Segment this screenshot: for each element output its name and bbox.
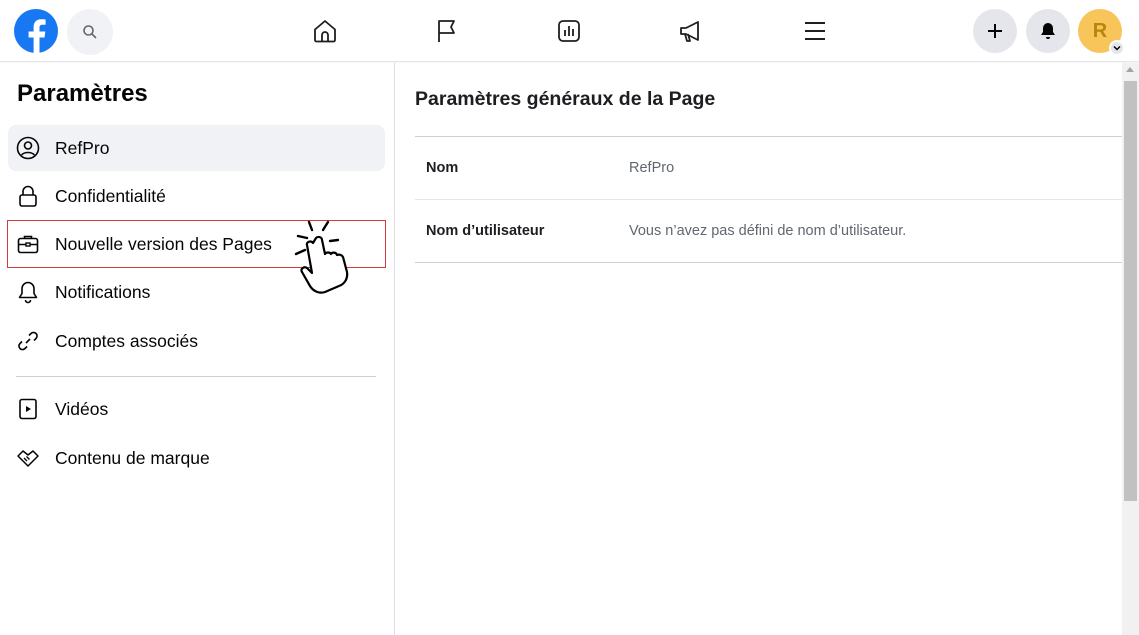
setting-value: Vous n’avez pas défini de nom d’utilisat…: [629, 223, 907, 239]
sidebar-item-linked-accounts[interactable]: Comptes associés: [8, 318, 385, 364]
sidebar-item-refpro[interactable]: RefPro: [8, 125, 385, 171]
chevron-down-icon: [1113, 45, 1121, 51]
sidebar-item-label: Comptes associés: [55, 330, 198, 351]
page-settings-panel: Paramètres généraux de la Page Nom RefPr…: [396, 63, 1122, 635]
bell-outline-icon: [16, 280, 40, 304]
nav-home-button[interactable]: [309, 14, 341, 48]
lock-icon: [16, 184, 40, 208]
settings-table: Nom RefPro Nom d’utilisateur Vous n’avez…: [415, 136, 1122, 263]
table-row[interactable]: Nom d’utilisateur Vous n’avez pas défini…: [415, 200, 1122, 263]
page-title: Paramètres généraux de la Page: [415, 88, 716, 110]
sidebar-item-label: Nouvelle version des Pages: [55, 233, 272, 254]
facebook-logo-icon[interactable]: [14, 9, 58, 53]
briefcase-icon: [16, 232, 40, 256]
nav-ads-button[interactable]: [675, 14, 707, 48]
create-button[interactable]: [973, 9, 1017, 53]
settings-sidebar: Paramètres RefPro Confidentialité Nouvel…: [0, 63, 395, 635]
search-button[interactable]: [67, 9, 113, 55]
sidebar-item-label: Contenu de marque: [55, 447, 210, 468]
sidebar-item-label: RefPro: [55, 137, 110, 158]
handshake-icon: [16, 446, 40, 470]
account-menu-button[interactable]: [1109, 40, 1125, 56]
table-row[interactable]: Nom RefPro: [415, 137, 1122, 200]
avatar-letter: R: [1092, 19, 1108, 42]
plus-icon: [988, 24, 1002, 38]
home-icon: [314, 20, 336, 43]
scroll-up-arrow[interactable]: [1126, 67, 1134, 72]
flag-icon: [438, 20, 455, 42]
setting-key: Nom d’utilisateur: [426, 223, 545, 239]
notifications-button[interactable]: [1026, 9, 1070, 53]
sidebar-item-label: Notifications: [55, 281, 151, 302]
nav-pages-button[interactable]: [431, 14, 463, 48]
nav-insights-button[interactable]: [553, 14, 585, 48]
setting-value: RefPro: [629, 160, 675, 176]
link-icon: [16, 329, 40, 353]
sidebar-divider: [16, 376, 376, 377]
video-icon: [16, 397, 40, 421]
sidebar-item-label: Confidentialité: [55, 185, 166, 206]
sidebar-title: Paramètres: [17, 80, 148, 107]
bell-icon: [1041, 23, 1055, 39]
setting-key: Nom: [426, 160, 459, 176]
insights-icon: [558, 20, 580, 42]
scrollbar-thumb[interactable]: [1124, 81, 1137, 501]
megaphone-icon: [680, 21, 699, 42]
sidebar-item-videos[interactable]: Vidéos: [8, 386, 385, 432]
user-circle-icon: [16, 136, 40, 160]
pointer-hand-icon: [294, 220, 349, 294]
nav-menu-button[interactable]: [799, 14, 831, 48]
top-navigation-bar: R: [0, 0, 1139, 62]
sidebar-item-privacy[interactable]: Confidentialité: [8, 173, 385, 219]
sidebar-item-label: Vidéos: [55, 398, 109, 419]
sidebar-item-branded-content[interactable]: Contenu de marque: [8, 435, 385, 481]
scrollbar[interactable]: [1122, 63, 1139, 635]
search-icon: [83, 25, 97, 39]
menu-icon: [805, 22, 825, 40]
